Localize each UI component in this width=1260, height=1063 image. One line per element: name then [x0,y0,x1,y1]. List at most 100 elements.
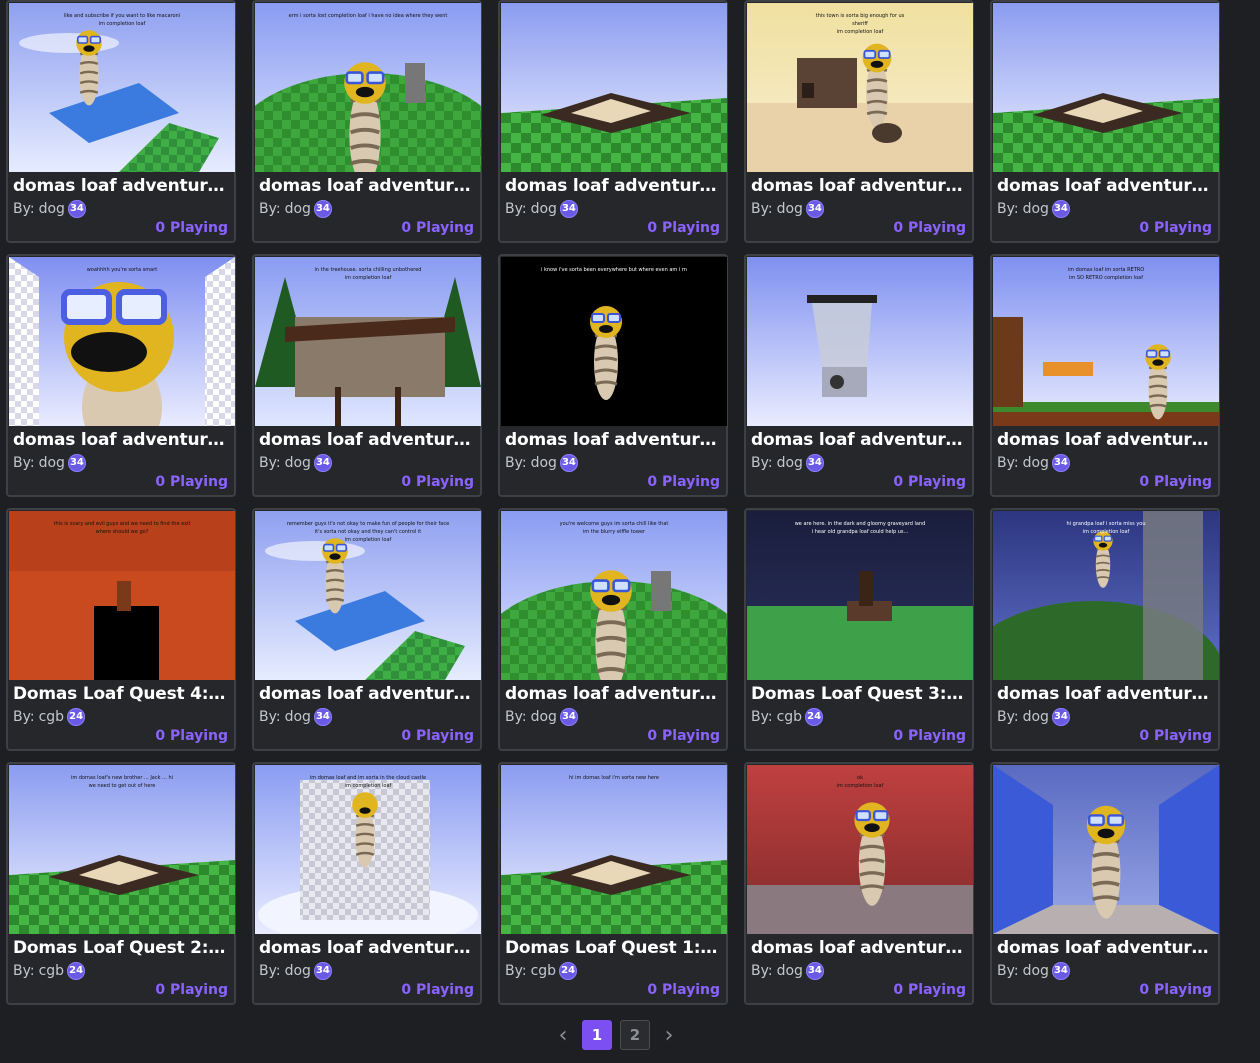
author-name[interactable]: dog [531,709,557,725]
game-title[interactable]: Domas Loaf Quest 1: t... [505,938,723,958]
game-title[interactable]: domas loaf adventure... [505,684,723,704]
scene-caption: in the treehouse. sorta chilling unbothe… [315,267,422,273]
author-name[interactable]: dog [531,201,557,217]
author-name[interactable]: dog [1023,709,1049,725]
game-byline: By: dog 34 [997,708,1070,726]
game-title[interactable]: domas loaf adventure... [259,176,477,196]
game-thumbnail[interactable] [993,765,1219,934]
author-name[interactable]: dog [1023,963,1049,979]
game-thumbnail[interactable]: im domas loaf and im sorta in the cloud … [255,765,481,934]
game-thumbnail[interactable] [501,3,727,172]
game-thumbnail[interactable]: erm i sorta lost completion loaf i have … [255,3,481,172]
chevron-right-icon[interactable]: › [658,1020,680,1050]
game-card[interactable]: ok im completion loaf domas loaf adventure… [744,762,974,1005]
game-title[interactable]: Domas Loaf Quest 4: E... [13,684,231,704]
playing-count: 0 Playing [155,474,228,490]
chevron-left-icon[interactable]: ‹ [552,1020,574,1050]
author-name[interactable]: cgb [777,709,802,725]
author-name[interactable]: dog [777,455,803,471]
game-card[interactable]: erm i sorta lost completion loaf i have … [252,0,482,243]
game-card[interactable]: domas loaf adventure... By: dog 34 0 Playing [744,254,974,497]
game-card[interactable]: this is scary and evil guys and we need … [6,508,236,751]
game-title[interactable]: domas loaf adventure... [997,684,1215,704]
game-title[interactable]: domas loaf adventure... [505,430,723,450]
game-card[interactable]: this town is sorta big enough for us sher… [744,0,974,243]
playing-count: 0 Playing [1139,474,1212,490]
author-name[interactable]: dog [39,455,65,471]
by-label: By: [751,963,773,979]
game-title[interactable]: domas loaf adventure... [997,176,1215,196]
game-card[interactable]: like and subscribe if you want to like m… [6,0,236,243]
game-title[interactable]: domas loaf adventure... [997,938,1215,958]
game-card[interactable]: im domas loaf im sorta RETRO im SO RETRO … [990,254,1220,497]
page-button-2[interactable]: 2 [620,1020,650,1050]
game-thumbnail[interactable]: hi im domas loaf i'm sorta new here [501,765,727,934]
game-thumbnail[interactable]: woahhhh you're sorta smart [9,257,235,426]
game-card[interactable]: domas loaf adventure... By: dog 34 0 Playing [990,0,1220,243]
game-title[interactable]: domas loaf adventure... [259,938,477,958]
game-title[interactable]: domas loaf adventure... [13,176,231,196]
game-title[interactable]: domas loaf adventure... [751,938,969,958]
author-name[interactable]: cgb [531,963,556,979]
game-card[interactable]: hi im domas loaf i'm sorta new here Domas… [498,762,728,1005]
game-title[interactable]: Domas Loaf Quest 3: ... [751,684,969,704]
game-thumbnail[interactable]: we are here. in the dark and gloomy grav… [747,511,973,680]
game-thumbnail[interactable]: this town is sorta big enough for us sher… [747,3,973,172]
game-card[interactable]: remember guys it's not okay to make fun … [252,508,482,751]
game-thumbnail[interactable]: im domas loaf's new brother ... Jack ...… [9,765,235,934]
game-thumbnail[interactable]: hi grandpa loaf i sorta miss you im compl… [993,511,1219,680]
level-badge: 34 [313,454,332,472]
game-card[interactable]: woahhhh you're sorta smart domas loaf adv… [6,254,236,497]
author-name[interactable]: dog [1023,455,1049,471]
game-thumbnail[interactable]: you're welcome guys im sorta chill like … [501,511,727,680]
game-thumbnail[interactable] [993,3,1219,172]
game-card[interactable]: i know i've sorta been everywhere but wh… [498,254,728,497]
game-title[interactable]: domas loaf adventure... [259,430,477,450]
game-thumbnail[interactable]: this is scary and evil guys and we need … [9,511,235,680]
game-byline: By: dog 34 [259,200,332,218]
game-thumbnail[interactable]: like and subscribe if you want to like m… [9,3,235,172]
game-thumbnail[interactable] [747,257,973,426]
game-title[interactable]: domas loaf adventure... [997,430,1215,450]
author-name[interactable]: cgb [39,963,64,979]
game-thumbnail[interactable]: i know i've sorta been everywhere but wh… [501,257,727,426]
author-name[interactable]: dog [1023,201,1049,217]
scene-caption: im completion loaf [345,537,392,543]
game-title[interactable]: domas loaf adventure... [259,684,477,704]
game-card[interactable]: hi grandpa loaf i sorta miss you im compl… [990,508,1220,751]
game-card[interactable]: im domas loaf and im sorta in the cloud … [252,762,482,1005]
game-title[interactable]: domas loaf adventure... [751,430,969,450]
game-card[interactable]: we are here. in the dark and gloomy grav… [744,508,974,751]
thumbnail-image: hi grandpa loaf i sorta miss you im compl… [993,511,1219,680]
game-card[interactable]: you're welcome guys im sorta chill like … [498,508,728,751]
thumbnail-image: this is scary and evil guys and we need … [9,511,235,680]
game-thumbnail[interactable]: ok im completion loaf [747,765,973,934]
game-title[interactable]: domas loaf adventure... [505,176,723,196]
page-button-1[interactable]: 1 [582,1020,612,1050]
game-title[interactable]: domas loaf adventure... [13,430,231,450]
game-thumbnail[interactable]: im domas loaf im sorta RETRO im SO RETRO … [993,257,1219,426]
author-name[interactable]: dog [285,201,311,217]
author-name[interactable]: dog [39,201,65,217]
author-name[interactable]: dog [531,455,557,471]
game-title[interactable]: domas loaf adventure... [751,176,969,196]
scene-caption: im completion loaf [345,275,392,281]
game-card[interactable]: domas loaf adventure... By: dog 34 0 Playing [498,0,728,243]
game-thumbnail[interactable]: in the treehouse. sorta chilling unbothe… [255,257,481,426]
game-thumbnail[interactable]: remember guys it's not okay to make fun … [255,511,481,680]
playing-count: 0 Playing [647,220,720,236]
author-name[interactable]: cgb [39,709,64,725]
game-title[interactable]: Domas Loaf Quest 2: ... [13,938,231,958]
author-name[interactable]: dog [777,963,803,979]
level-badge: 34 [67,454,86,472]
thumbnail-image: im domas loaf and im sorta in the cloud … [255,765,481,934]
game-card[interactable]: in the treehouse. sorta chilling unbothe… [252,254,482,497]
author-name[interactable]: dog [285,963,311,979]
author-name[interactable]: dog [285,455,311,471]
playing-count: 0 Playing [1139,982,1212,998]
game-card[interactable]: im domas loaf's new brother ... Jack ...… [6,762,236,1005]
author-name[interactable]: dog [285,709,311,725]
scene-caption: im completion loaf [837,783,884,789]
game-card[interactable]: domas loaf adventure... By: dog 34 0 Playing [990,762,1220,1005]
author-name[interactable]: dog [777,201,803,217]
